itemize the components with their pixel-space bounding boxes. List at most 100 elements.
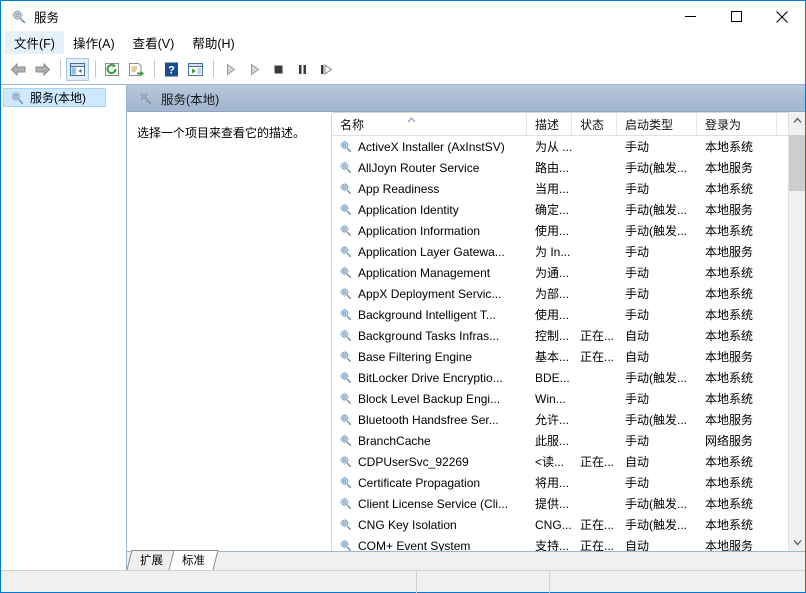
service-gear-icon (338, 454, 354, 470)
table-row[interactable]: BitLocker Drive Encryptio... BDE... 手动(触发.… (332, 367, 788, 388)
cell-status: 正在... (580, 455, 615, 469)
tab-standard[interactable]: 标准 (168, 550, 219, 570)
table-row[interactable]: CDPUserSvc_92269 <读... 正在... 自动 本地系统 (332, 451, 788, 472)
column-header-label: 登录为 (705, 117, 742, 132)
tree-item-services-local[interactable]: 服务(本地) (3, 88, 106, 107)
table-row[interactable]: Background Tasks Infras... 控制... 正在... 自动 本地… (332, 325, 788, 346)
forward-arrow-icon[interactable] (31, 58, 54, 81)
cell-name: Application Identity (332, 202, 527, 218)
column-header-startup[interactable]: 启动类型 (617, 113, 697, 135)
show-hide-console-tree-icon[interactable] (66, 57, 89, 81)
services-list-view[interactable]: 名称 描述 状态 启动类型 登录为 ActiveX Installer (AxInstS… (331, 112, 788, 551)
list-rows-container[interactable]: ActiveX Installer (AxInstSV) 为从 ... 手动 本地系统… (332, 136, 788, 551)
cell-startup: 手动 (625, 476, 650, 490)
table-row[interactable]: App Readiness 当用... 手动 本地系统 (332, 178, 788, 199)
svg-text:?: ? (168, 64, 175, 76)
pause-service-icon[interactable] (291, 58, 314, 81)
table-row[interactable]: Application Information 使用... 手动(触发... 本地系统 (332, 220, 788, 241)
cell-logon: 本地服务 (705, 245, 754, 259)
cell-description: 将用... (535, 476, 570, 490)
column-header-logon[interactable]: 登录为 (697, 113, 777, 135)
table-row[interactable]: AllJoyn Router Service 路由... 手动(触发... 本地服务 (332, 157, 788, 178)
restart-service-icon[interactable] (315, 58, 338, 81)
menu-help[interactable]: 帮助(H) (183, 31, 243, 55)
cell-name: Background Tasks Infras... (332, 328, 527, 344)
services-window: 服务 文件(F) 操作(A) 查看(V) 帮助(H) ? 服务(本地) 服务(本… (0, 0, 806, 593)
scrollbar-track[interactable] (788, 129, 805, 534)
cell-startup: 自动 (625, 350, 650, 364)
cell-name: ActiveX Installer (AxInstSV) (332, 139, 527, 155)
table-row[interactable]: Application Identity 确定... 手动(触发... 本地服务 (332, 199, 788, 220)
start-service-icon[interactable] (219, 58, 242, 81)
cell-description: 控制... (535, 329, 570, 343)
column-header-label: 描述 (535, 117, 560, 132)
menu-file[interactable]: 文件(F) (5, 31, 64, 55)
service-gear-icon (338, 370, 354, 386)
description-pane: 选择一个项目来查看它的描述。 (127, 112, 331, 551)
table-row[interactable]: Application Management 为通... 手动 本地系统 (332, 262, 788, 283)
properties-icon[interactable] (184, 58, 207, 81)
services-gear-icon (10, 8, 27, 25)
column-header-name[interactable]: 名称 (332, 113, 527, 135)
cell-logon: 本地系统 (705, 392, 754, 406)
cell-logon: 本地系统 (705, 518, 754, 532)
menu-action-label: 操作(A) (72, 37, 115, 51)
cell-logon: 本地服务 (705, 203, 754, 217)
maximize-button[interactable] (713, 1, 759, 32)
table-row[interactable]: COM+ Event System 支持... 正在... 自动 本地服务 (332, 535, 788, 551)
toolbar-separator (154, 60, 155, 78)
menu-view[interactable]: 查看(V) (124, 31, 184, 55)
vertical-scrollbar[interactable] (788, 112, 805, 551)
service-name-label: Certificate Propagation (358, 475, 481, 490)
window-body: 服务(本地) 服务(本地) 选择一个项目来查看它的描述。 名称 描述 状态 启动… (1, 84, 805, 570)
help-icon[interactable]: ? (160, 58, 183, 81)
table-row[interactable]: Application Layer Gatewa... 为 In... 手动 本地服务 (332, 241, 788, 262)
back-arrow-icon[interactable] (7, 58, 30, 81)
table-row[interactable]: Base Filtering Engine 基本... 正在... 自动 本地服务 (332, 346, 788, 367)
cell-description: 使用... (535, 224, 570, 238)
service-gear-icon (338, 286, 354, 302)
service-name-label: BitLocker Drive Encryptio... (358, 370, 503, 385)
menu-help-label: 帮助(H) (192, 37, 235, 51)
scroll-down-icon[interactable] (789, 534, 806, 551)
service-gear-icon (338, 307, 354, 323)
scroll-up-icon[interactable] (789, 112, 806, 129)
menu-view-label: 查看(V) (132, 37, 175, 51)
cell-name: Background Intelligent T... (332, 307, 527, 323)
service-name-label: Application Management (358, 265, 491, 280)
table-row[interactable]: Block Level Backup Engi... Win... 手动 本地系统 (332, 388, 788, 409)
window-title: 服务 (34, 11, 60, 25)
table-row[interactable]: Certificate Propagation 将用... 手动 本地系统 (332, 472, 788, 493)
service-gear-icon (338, 412, 354, 428)
table-row[interactable]: Client License Service (Cli... 提供... 手动(触发… (332, 493, 788, 514)
service-name-label: CDPUserSvc_92269 (358, 454, 469, 469)
tab-extended-label: 扩展 (140, 555, 163, 567)
minimize-button[interactable] (667, 1, 713, 32)
export-list-icon[interactable] (125, 58, 148, 81)
column-header-status[interactable]: 状态 (572, 113, 617, 135)
resume-service-icon[interactable] (243, 58, 266, 81)
refresh-icon[interactable] (101, 58, 124, 81)
scrollbar-thumb[interactable] (788, 135, 805, 191)
cell-startup: 自动 (625, 329, 650, 343)
table-row[interactable]: CNG Key Isolation CNG... 正在... 手动(触发... 本地系统 (332, 514, 788, 535)
cell-startup: 手动(触发... (625, 413, 687, 427)
table-row[interactable]: Background Intelligent T... 使用... 手动 本地系统 (332, 304, 788, 325)
cell-description: 基本... (535, 350, 570, 364)
cell-startup: 手动(触发... (625, 161, 687, 175)
cell-description: CNG... (535, 517, 572, 532)
cell-startup: 手动(触发... (625, 518, 687, 532)
column-header-description[interactable]: 描述 (527, 113, 572, 135)
table-row[interactable]: Bluetooth Handsfree Ser... 允许... 手动(触发... 本… (332, 409, 788, 430)
table-row[interactable]: AppX Deployment Servic... 为部... 手动 本地系统 (332, 283, 788, 304)
close-button[interactable] (759, 1, 805, 32)
table-row[interactable]: ActiveX Installer (AxInstSV) 为从 ... 手动 本地系统 (332, 136, 788, 157)
cell-status: 正在... (580, 329, 615, 343)
status-bar (1, 570, 805, 593)
table-row[interactable]: BranchCache 此服... 手动 网络服务 (332, 430, 788, 451)
service-name-label: Client License Service (Cli... (358, 496, 509, 511)
stop-service-icon[interactable] (267, 58, 290, 81)
cell-startup: 手动 (625, 140, 650, 154)
menu-action[interactable]: 操作(A) (64, 31, 124, 55)
service-gear-icon (338, 265, 354, 281)
